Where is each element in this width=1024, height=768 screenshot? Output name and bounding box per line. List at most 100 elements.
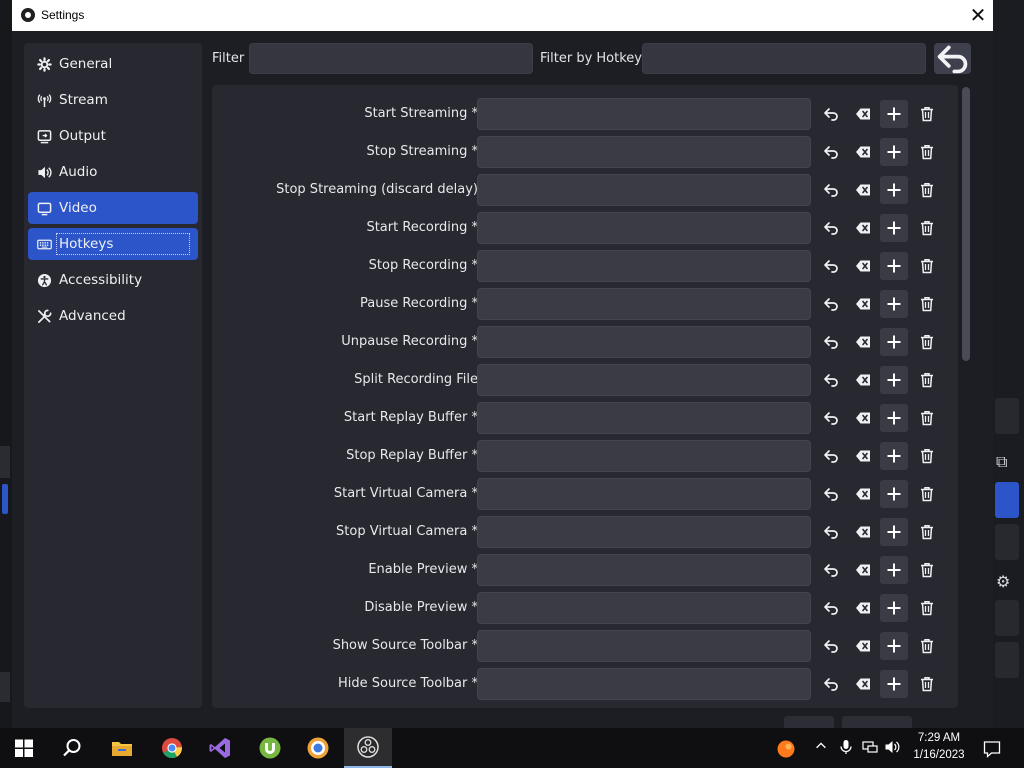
revert-hotkey-button[interactable] [818, 139, 844, 165]
revert-hotkey-button[interactable] [818, 443, 844, 469]
network-icon[interactable] [862, 739, 878, 755]
remove-hotkey-button[interactable] [914, 139, 940, 165]
sidebar-item-video[interactable]: Video [28, 192, 198, 224]
taskbar-file-explorer-button[interactable] [98, 728, 146, 768]
taskbar-utorrent-button[interactable] [246, 728, 294, 768]
taskbar-obs-button[interactable] [344, 728, 392, 768]
revert-hotkey-button[interactable] [818, 671, 844, 697]
filter-input[interactable] [249, 43, 533, 74]
scrollbar[interactable] [960, 85, 972, 708]
sidebar-item-advanced[interactable]: Advanced [28, 300, 198, 332]
revert-hotkey-button[interactable] [818, 595, 844, 621]
microphone-icon[interactable] [838, 739, 854, 755]
clear-hotkey-button[interactable] [850, 595, 876, 621]
clear-hotkey-button[interactable] [850, 101, 876, 127]
hotkey-input[interactable] [477, 288, 811, 320]
clear-hotkey-button[interactable] [850, 139, 876, 165]
add-hotkey-button[interactable] [880, 214, 908, 242]
revert-hotkey-button[interactable] [818, 101, 844, 127]
hotkey-input[interactable] [477, 174, 811, 206]
add-hotkey-button[interactable] [880, 632, 908, 660]
chevron-up-icon[interactable] [814, 739, 828, 753]
clear-hotkey-button[interactable] [850, 633, 876, 659]
revert-hotkey-button[interactable] [818, 557, 844, 583]
clear-hotkey-button[interactable] [850, 329, 876, 355]
clear-hotkey-button[interactable] [850, 481, 876, 507]
remove-hotkey-button[interactable] [914, 633, 940, 659]
taskbar-chrome-button[interactable] [148, 728, 196, 768]
sidebar-item-general[interactable]: General [28, 48, 198, 80]
sidebar-item-output[interactable]: Output [28, 120, 198, 152]
add-hotkey-button[interactable] [880, 252, 908, 280]
revert-hotkey-button[interactable] [818, 519, 844, 545]
revert-hotkey-button[interactable] [818, 253, 844, 279]
hotkey-input[interactable] [477, 516, 811, 548]
clear-hotkey-button[interactable] [850, 443, 876, 469]
add-hotkey-button[interactable] [880, 290, 908, 318]
taskbar-visual-studio-button[interactable] [196, 728, 244, 768]
add-hotkey-button[interactable] [880, 556, 908, 584]
remove-hotkey-button[interactable] [914, 671, 940, 697]
remove-hotkey-button[interactable] [914, 595, 940, 621]
clear-hotkey-button[interactable] [850, 671, 876, 697]
revert-hotkey-button[interactable] [818, 481, 844, 507]
notification-center-icon[interactable] [982, 739, 1002, 759]
ok-button[interactable] [784, 716, 834, 728]
hotkey-input[interactable] [477, 402, 811, 434]
add-hotkey-button[interactable] [880, 480, 908, 508]
remove-hotkey-button[interactable] [914, 519, 940, 545]
remove-hotkey-button[interactable] [914, 215, 940, 241]
clear-hotkey-button[interactable] [850, 519, 876, 545]
cancel-button[interactable] [842, 716, 912, 728]
hotkey-input[interactable] [477, 326, 811, 358]
remove-hotkey-button[interactable] [914, 329, 940, 355]
taskbar-clock[interactable]: 7:29 AM 1/16/2023 [906, 730, 972, 764]
notification-app-icon[interactable] [776, 739, 796, 759]
clear-hotkey-button[interactable] [850, 367, 876, 393]
hotkey-input[interactable] [477, 250, 811, 282]
hotkey-input[interactable] [477, 592, 811, 624]
add-hotkey-button[interactable] [880, 328, 908, 356]
add-hotkey-button[interactable] [880, 670, 908, 698]
revert-hotkey-button[interactable] [818, 291, 844, 317]
add-hotkey-button[interactable] [880, 176, 908, 204]
hotkey-input[interactable] [477, 364, 811, 396]
add-hotkey-button[interactable] [880, 594, 908, 622]
remove-hotkey-button[interactable] [914, 557, 940, 583]
taskbar-search-button[interactable] [48, 728, 96, 768]
hotkey-input[interactable] [477, 554, 811, 586]
add-hotkey-button[interactable] [880, 404, 908, 432]
reset-filter-button[interactable] [934, 43, 971, 74]
remove-hotkey-button[interactable] [914, 443, 940, 469]
add-hotkey-button[interactable] [880, 138, 908, 166]
sidebar-item-hotkeys[interactable]: Hotkeys [28, 228, 198, 260]
hotkey-input[interactable] [477, 136, 811, 168]
revert-hotkey-button[interactable] [818, 405, 844, 431]
clear-hotkey-button[interactable] [850, 405, 876, 431]
clear-hotkey-button[interactable] [850, 177, 876, 203]
remove-hotkey-button[interactable] [914, 481, 940, 507]
sidebar-item-accessibility[interactable]: Accessibility [28, 264, 198, 296]
clear-hotkey-button[interactable] [850, 557, 876, 583]
hotkey-input[interactable] [477, 478, 811, 510]
revert-hotkey-button[interactable] [818, 329, 844, 355]
sidebar-item-audio[interactable]: Audio [28, 156, 198, 188]
taskbar-windows-start-button[interactable] [0, 728, 48, 768]
hotkey-input[interactable] [477, 98, 811, 130]
remove-hotkey-button[interactable] [914, 367, 940, 393]
taskbar-browser-button[interactable] [294, 728, 342, 768]
clear-hotkey-button[interactable] [850, 291, 876, 317]
sidebar-item-stream[interactable]: Stream [28, 84, 198, 116]
revert-hotkey-button[interactable] [818, 367, 844, 393]
remove-hotkey-button[interactable] [914, 291, 940, 317]
hotkey-input[interactable] [477, 668, 811, 700]
revert-hotkey-button[interactable] [818, 215, 844, 241]
hotkey-input[interactable] [477, 212, 811, 244]
close-button[interactable]: ✕ [968, 4, 988, 26]
add-hotkey-button[interactable] [880, 366, 908, 394]
volume-icon[interactable] [884, 739, 900, 755]
revert-hotkey-button[interactable] [818, 177, 844, 203]
remove-hotkey-button[interactable] [914, 253, 940, 279]
remove-hotkey-button[interactable] [914, 177, 940, 203]
remove-hotkey-button[interactable] [914, 101, 940, 127]
